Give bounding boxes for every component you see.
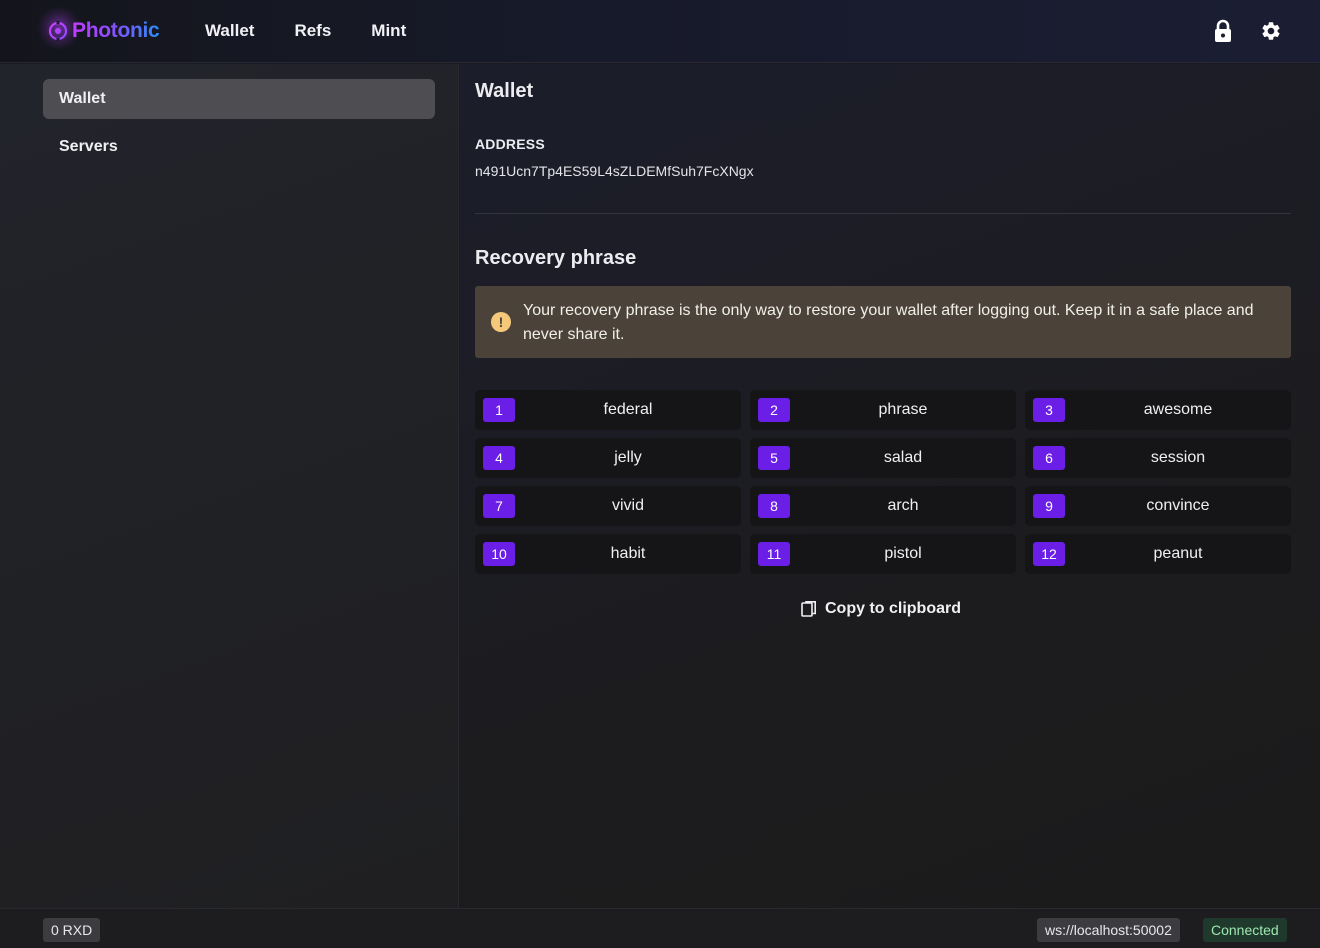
- sidebar-item-servers[interactable]: Servers: [43, 127, 435, 167]
- word-text: federal: [603, 401, 653, 418]
- app-logo[interactable]: Photonic: [37, 6, 160, 50]
- word-number-badge: 6: [1033, 446, 1065, 470]
- nav-wallet[interactable]: Wallet: [205, 20, 254, 42]
- recovery-word: 6 session: [1025, 438, 1291, 478]
- word-number-badge: 1: [483, 398, 515, 422]
- recovery-word: 4 jelly: [475, 438, 741, 478]
- word-number-badge: 2: [758, 398, 790, 422]
- status-bar: 0 RXD ws://localhost:50002 Connected: [0, 908, 1320, 948]
- word-text: convince: [1146, 497, 1210, 514]
- word-number-badge: 8: [758, 494, 790, 518]
- word-number-badge: 9: [1033, 494, 1065, 518]
- address-value[interactable]: n491Ucn7Tp4ES59L4sZLDEMfSuh7FcXNgx: [475, 163, 754, 179]
- recovery-word: 8 arch: [750, 486, 1016, 526]
- word-text: peanut: [1153, 545, 1203, 562]
- recovery-word: 1 federal: [475, 390, 741, 430]
- word-number-badge: 4: [483, 446, 515, 470]
- page-title: Wallet: [475, 80, 534, 102]
- sidebar: Wallet Servers: [0, 64, 459, 908]
- app-name: Photonic: [72, 19, 160, 42]
- recovery-word: 10 habit: [475, 534, 741, 574]
- recovery-word: 3 awesome: [1025, 390, 1291, 430]
- copy-button-label: Copy to clipboard: [825, 600, 961, 617]
- word-text: phrase: [878, 401, 928, 418]
- word-text: awesome: [1143, 401, 1213, 418]
- word-number-badge: 7: [483, 494, 515, 518]
- word-number-badge: 12: [1033, 542, 1065, 566]
- address-label: ADDRESS: [475, 136, 545, 152]
- server-url-badge: ws://localhost:50002: [1037, 918, 1180, 942]
- recovery-word: 9 convince: [1025, 486, 1291, 526]
- gear-icon[interactable]: [1258, 18, 1284, 44]
- connection-status-badge: Connected: [1203, 918, 1287, 942]
- nav-refs[interactable]: Refs: [294, 20, 331, 42]
- recovery-warning-alert: ! Your recovery phrase is the only way t…: [475, 286, 1291, 358]
- main-panel: Wallet ADDRESS n491Ucn7Tp4ES59L4sZLDEMfS…: [460, 64, 1320, 908]
- word-text: habit: [610, 545, 646, 562]
- word-text: vivid: [611, 497, 644, 514]
- top-navbar: Photonic Wallet Refs Mint: [0, 0, 1320, 63]
- photonic-logo-icon: [48, 21, 68, 41]
- recovery-word-grid: 1 federal 2 phrase 3 awesome 4 jelly 5 salad …: [475, 390, 1291, 574]
- alert-text: Your recovery phrase is the only way to …: [523, 302, 1254, 343]
- copy-icon: [801, 601, 816, 617]
- recovery-word: 5 salad: [750, 438, 1016, 478]
- word-text: jelly: [614, 449, 642, 466]
- warning-icon: !: [491, 312, 511, 332]
- word-text: pistol: [884, 545, 922, 562]
- copy-to-clipboard-button[interactable]: Copy to clipboard: [801, 596, 961, 622]
- word-text: arch: [887, 497, 919, 514]
- recovery-phrase-title: Recovery phrase: [475, 247, 637, 269]
- sidebar-item-wallet[interactable]: Wallet: [43, 79, 435, 119]
- word-text: session: [1150, 449, 1206, 466]
- recovery-word: 7 vivid: [475, 486, 741, 526]
- recovery-word: 12 peanut: [1025, 534, 1291, 574]
- word-number-badge: 5: [758, 446, 790, 470]
- word-number-badge: 3: [1033, 398, 1065, 422]
- nav-mint[interactable]: Mint: [371, 20, 406, 42]
- recovery-word: 11 pistol: [750, 534, 1016, 574]
- recovery-word: 2 phrase: [750, 390, 1016, 430]
- word-number-badge: 11: [758, 542, 790, 566]
- word-number-badge: 10: [483, 542, 515, 566]
- section-divider: [475, 213, 1291, 214]
- balance-badge: 0 RXD: [43, 918, 101, 942]
- word-text: salad: [883, 449, 923, 466]
- lock-icon[interactable]: [1210, 18, 1236, 44]
- main-nav: Wallet Refs Mint: [205, 20, 446, 42]
